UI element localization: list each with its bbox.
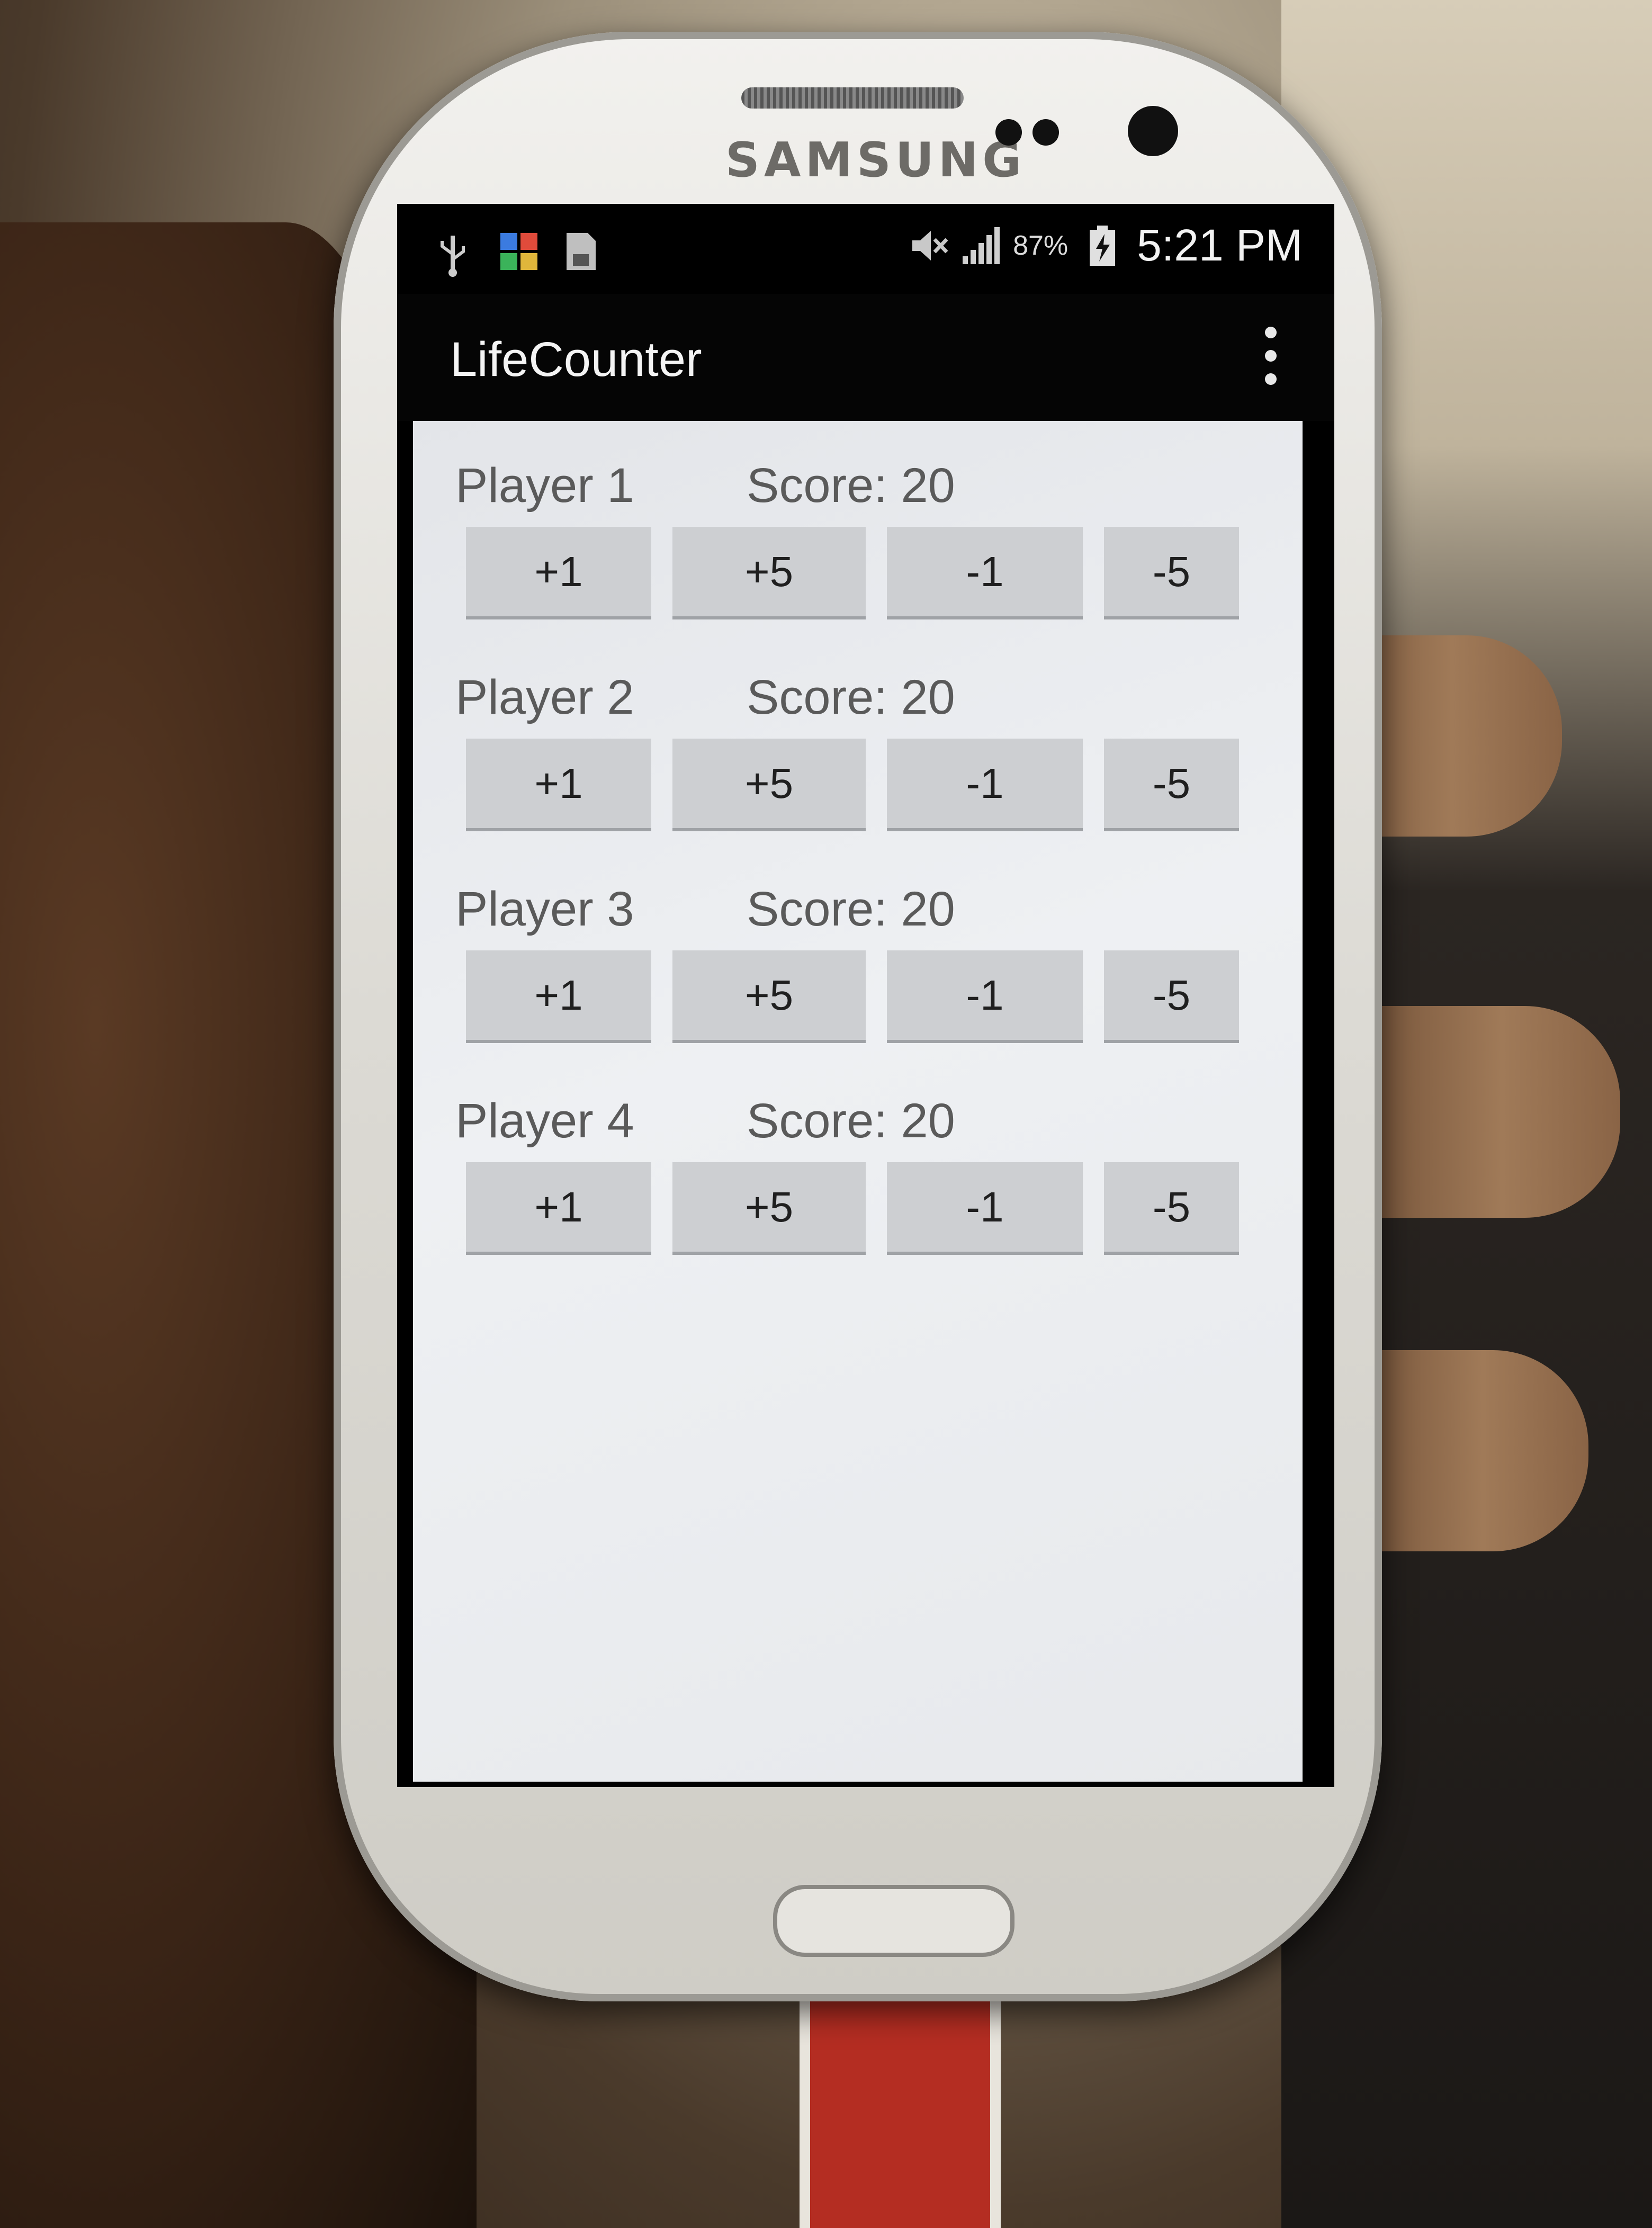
plus-one-button[interactable]: +1 — [466, 950, 651, 1043]
mute-icon — [907, 224, 948, 267]
minus-one-button[interactable]: -1 — [887, 527, 1083, 619]
player-row-1: Player 1 Score: 20 +1 +5 -1 -5 — [455, 458, 1271, 638]
player-name: Player 3 — [455, 882, 634, 936]
earpiece-speaker — [741, 87, 964, 109]
brand-logo: SAMSUNG — [725, 132, 1026, 188]
minus-one-button[interactable]: -1 — [887, 950, 1083, 1043]
plus-one-button[interactable]: +1 — [466, 1162, 651, 1255]
player-name: Player 1 — [455, 459, 634, 513]
plus-one-button[interactable]: +1 — [466, 527, 651, 619]
action-bar: LifeCounter — [397, 294, 1334, 421]
photos-notification-icon — [498, 230, 537, 273]
sd-card-icon — [561, 230, 598, 273]
plus-five-button[interactable]: +5 — [672, 1162, 866, 1255]
player-score: Score: 20 — [747, 670, 955, 724]
charging-cable — [800, 2001, 1001, 2228]
app-title: LifeCounter — [450, 333, 702, 387]
minus-five-button[interactable]: -5 — [1104, 527, 1239, 619]
plus-five-button[interactable]: +5 — [672, 739, 866, 831]
player-row-4: Player 4 Score: 20 +1 +5 -1 -5 — [455, 1093, 1271, 1273]
status-notifications — [434, 230, 598, 277]
signal-icon — [960, 224, 1000, 267]
front-camera — [1128, 106, 1178, 156]
plus-five-button[interactable]: +5 — [672, 950, 866, 1043]
player-row-3: Player 3 Score: 20 +1 +5 -1 -5 — [455, 882, 1271, 1062]
player-score: Score: 20 — [747, 459, 955, 513]
proximity-sensor — [995, 119, 1022, 146]
minus-one-button[interactable]: -1 — [887, 739, 1083, 831]
overflow-menu-icon[interactable] — [1255, 327, 1287, 385]
player-buttons: +1 +5 -1 -5 — [466, 739, 1239, 831]
player-row-2: Player 2 Score: 20 +1 +5 -1 -5 — [455, 670, 1271, 850]
minus-five-button[interactable]: -5 — [1104, 739, 1239, 831]
usb-icon — [434, 230, 471, 277]
minus-one-button[interactable]: -1 — [887, 1162, 1083, 1255]
player-buttons: +1 +5 -1 -5 — [466, 1162, 1239, 1255]
light-sensor — [1032, 119, 1059, 146]
status-bar: 87% 5:21 PM — [397, 204, 1334, 294]
plus-one-button[interactable]: +1 — [466, 739, 651, 831]
player-buttons: +1 +5 -1 -5 — [466, 527, 1239, 619]
plus-five-button[interactable]: +5 — [672, 527, 866, 619]
phone-screen: 87% 5:21 PM LifeCounter Player 1 Score: … — [397, 204, 1334, 1787]
status-system: 87% 5:21 PM — [907, 220, 1303, 271]
minus-five-button[interactable]: -5 — [1104, 950, 1239, 1043]
home-button[interactable] — [773, 1885, 1014, 1957]
player-buttons: +1 +5 -1 -5 — [466, 950, 1239, 1043]
player-score: Score: 20 — [747, 1094, 955, 1148]
clock: 5:21 PM — [1137, 220, 1303, 270]
player-name: Player 2 — [455, 670, 634, 724]
battery-percent: 87% — [1013, 230, 1069, 261]
player-name: Player 4 — [455, 1094, 634, 1148]
life-counter-content: Player 1 Score: 20 +1 +5 -1 -5 Player 2 … — [413, 421, 1303, 1782]
battery-charging-icon — [1084, 224, 1121, 267]
player-score: Score: 20 — [747, 882, 955, 936]
minus-five-button[interactable]: -5 — [1104, 1162, 1239, 1255]
